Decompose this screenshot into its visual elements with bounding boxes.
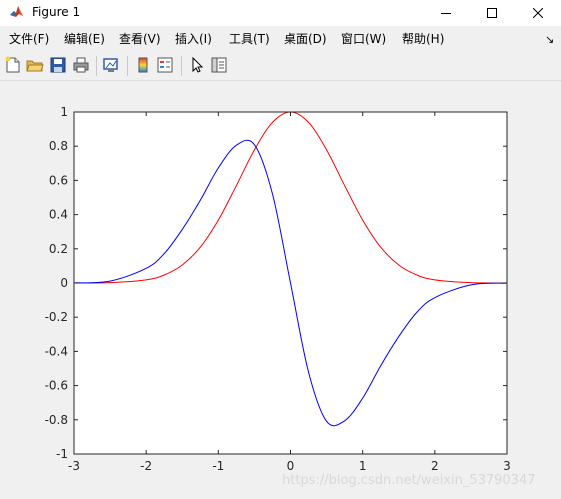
minimize-icon — [441, 13, 451, 14]
link-plot-button[interactable] — [102, 56, 120, 74]
title-bar: Figure 1 — [0, 0, 561, 26]
close-button[interactable] — [515, 0, 561, 26]
property-inspector-icon — [211, 57, 227, 73]
y-tick-label: -0.6 — [45, 379, 68, 393]
menu-desktop[interactable]: 桌面(D) — [284, 31, 327, 47]
menu-tools[interactable]: 工具(T) — [229, 31, 270, 47]
figure-window: Figure 1 文件(F) 编辑(E) 查看(V) 插入(I) 工具(T) 桌… — [0, 0, 561, 499]
x-tick-label: 3 — [503, 459, 511, 473]
property-inspector-button[interactable] — [210, 56, 228, 74]
insert-colorbar-button[interactable] — [134, 56, 152, 74]
x-tick-label: -2 — [140, 459, 152, 473]
print-icon — [73, 57, 89, 73]
new-figure-button[interactable] — [4, 56, 22, 74]
open-file-button[interactable] — [26, 56, 44, 74]
maximize-icon — [487, 8, 497, 18]
y-tick-label: -0.2 — [45, 310, 68, 324]
edit-plot-button[interactable] — [188, 56, 206, 74]
menu-view[interactable]: 查看(V) — [119, 31, 161, 47]
y-tick-label: -1 — [56, 447, 68, 461]
x-tick-label: 1 — [359, 459, 367, 473]
matlab-icon — [9, 4, 24, 19]
y-tick-label: 1 — [60, 105, 68, 119]
new-figure-icon — [5, 56, 20, 73]
menu-file[interactable]: 文件(F) — [9, 31, 49, 47]
window-title: Figure 1 — [32, 5, 81, 19]
line-chart[interactable]: -3 -2 -1 0 1 2 3 -1 -0.8 -0.6 -0.4 -0.2 0 0.2 0.4 0.6 0.… — [0, 81, 561, 499]
insert-legend-icon — [157, 57, 173, 73]
menu-insert[interactable]: 插入(I) — [175, 31, 212, 47]
y-tick-label: 0.2 — [49, 242, 68, 256]
minimize-button[interactable] — [423, 0, 469, 26]
y-tick-label: 0.6 — [49, 173, 68, 187]
x-tick-label: -1 — [212, 459, 224, 473]
watermark: https://blog.csdn.net/weixin_53790347 — [282, 473, 536, 488]
menu-edit[interactable]: 编辑(E) — [64, 31, 105, 47]
close-icon — [533, 8, 543, 18]
y-tick-label: -0.4 — [45, 344, 68, 358]
print-button[interactable] — [72, 56, 90, 74]
y-tick-label: 0.4 — [49, 208, 68, 222]
y-tick-label: 0.8 — [49, 139, 68, 153]
menu-help[interactable]: 帮助(H) — [402, 31, 444, 47]
menu-window[interactable]: 窗口(W) — [341, 31, 386, 47]
dock-arrow-icon[interactable]: ↘ — [545, 33, 554, 46]
menu-bar: 文件(F) 编辑(E) 查看(V) 插入(I) 工具(T) 桌面(D) 窗口(W… — [0, 28, 561, 50]
y-tick-label: 0 — [60, 276, 68, 290]
figure-toolbar — [0, 52, 561, 81]
x-tick-label: -3 — [68, 459, 80, 473]
maximize-button[interactable] — [469, 0, 515, 26]
x-tick-label: 0 — [287, 459, 295, 473]
figure-canvas[interactable]: -3 -2 -1 0 1 2 3 -1 -0.8 -0.6 -0.4 -0.2 0 0.2 0.4 0.6 0.… — [0, 81, 561, 499]
insert-legend-button[interactable] — [156, 56, 174, 74]
open-file-icon — [26, 60, 44, 72]
link-plot-icon — [103, 58, 118, 72]
save-button[interactable] — [49, 56, 67, 74]
edit-plot-icon — [192, 56, 204, 73]
save-icon — [50, 57, 66, 73]
y-tick-label: -0.8 — [45, 413, 68, 427]
insert-colorbar-icon — [138, 57, 148, 73]
x-tick-label: 2 — [431, 459, 439, 473]
